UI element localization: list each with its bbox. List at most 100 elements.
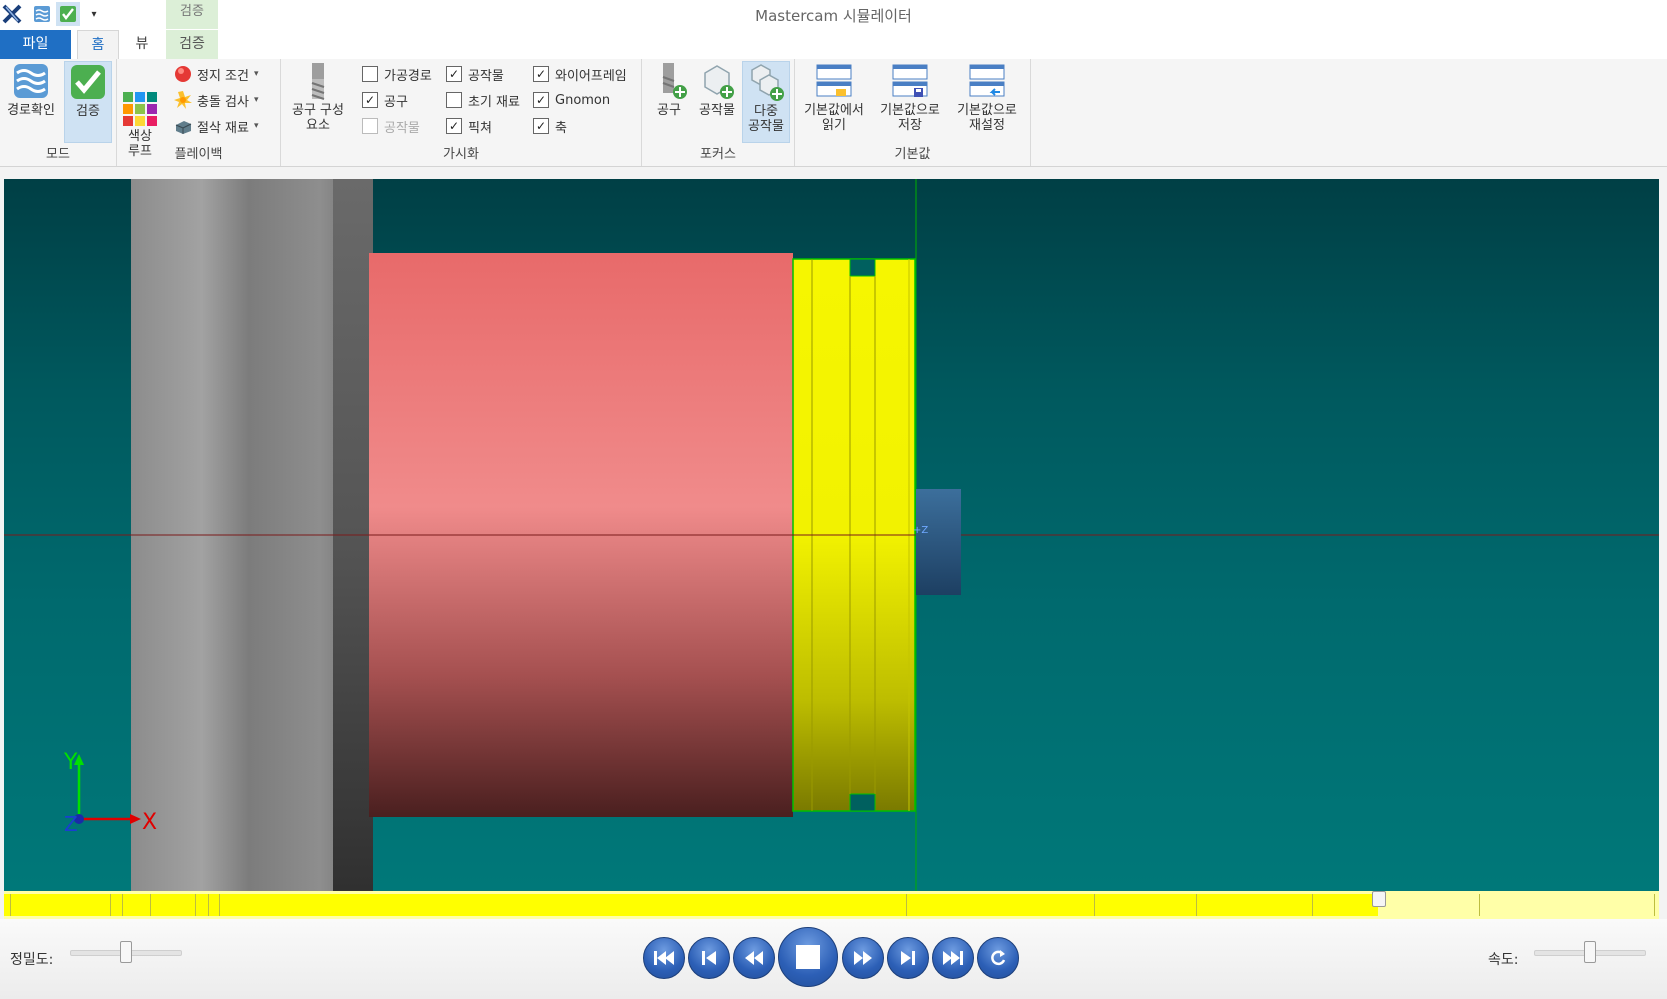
checkbox-gnomon[interactable]: ✓ Gnomon xyxy=(533,89,610,111)
stop-condition-button[interactable]: 정지 조건 ▾ xyxy=(174,63,259,85)
checkbox-label: 가공경로 xyxy=(384,68,432,84)
focus-tool-icon xyxy=(650,61,690,101)
tab-view[interactable]: 뷰 xyxy=(122,30,162,59)
group-focus: 공구 공작물 다중 공작물 포커스 xyxy=(642,59,795,166)
path-check-icon xyxy=(11,61,51,101)
save-defaults-label: 기본값으로 저장 xyxy=(880,103,940,133)
stop-sign-icon xyxy=(174,65,192,83)
checkbox-box xyxy=(362,66,378,82)
checkbox-wireframe[interactable]: ✓ 와이어프레임 xyxy=(533,63,627,85)
tab-file[interactable]: 파일 xyxy=(0,30,71,59)
focus-multi-workpiece-icon xyxy=(746,62,786,102)
group-visibility-label: 가시화 xyxy=(443,147,479,162)
load-defaults-button[interactable]: 기본값에서 읽기 xyxy=(799,61,869,141)
timeline-tick xyxy=(150,894,151,916)
checkbox-box: ✓ xyxy=(533,118,549,134)
reset-defaults-label: 기본값으로 재설정 xyxy=(957,103,1017,133)
checkbox-box xyxy=(446,92,462,108)
checkbox-toolpath[interactable]: 가공경로 xyxy=(362,63,432,85)
checkbox-box: ✓ xyxy=(533,66,549,82)
checkbox-box: ✓ xyxy=(446,118,462,134)
cut-stock-button[interactable]: 절삭 재료 ▾ xyxy=(174,115,259,137)
color-loop-button[interactable]: 색상 루프 xyxy=(120,61,160,159)
load-defaults-label: 기본값에서 읽기 xyxy=(804,103,864,133)
fast-forward-button[interactable] xyxy=(842,937,884,979)
stop-button[interactable] xyxy=(778,927,838,987)
step-back-icon xyxy=(702,951,716,965)
timeline-tick xyxy=(110,894,111,916)
endmill-tool-icon xyxy=(298,61,338,101)
step-back-button[interactable] xyxy=(688,937,730,979)
timeline-tick xyxy=(1479,894,1480,916)
group-visibility: 공구 구성 요소 가공경로 ✓ 공구 공작물 ✓ 공작물 초기 재료 ✓ 픽쳐 ✓ 와이… xyxy=(281,59,642,166)
checkbox-box: ✓ xyxy=(533,92,549,108)
timeline-tick xyxy=(219,894,220,916)
focus-workpiece-button[interactable]: 공작물 xyxy=(694,61,740,141)
group-playback-label: 플레이백 xyxy=(174,147,223,162)
step-forward-icon xyxy=(901,951,915,965)
group-playback: 색상 루프 정지 조건 ▾ 충돌 검사 ▾ 절삭 재료 ▾ 플레이백 xyxy=(117,59,281,166)
timeline-tick xyxy=(122,894,123,916)
forward-icon xyxy=(854,951,872,965)
checkbox-box: ✓ xyxy=(362,92,378,108)
collision-burst-icon xyxy=(174,91,192,109)
rewind-button[interactable] xyxy=(733,937,775,979)
checkbox-label: 축 xyxy=(555,120,567,136)
path-check-button[interactable]: 경로확인 xyxy=(3,61,59,141)
gnomon-z-label: Z xyxy=(64,812,78,836)
focus-multi-workpiece-button[interactable]: 다중 공작물 xyxy=(742,61,790,143)
tool-component-label: 공구 구성 요소 xyxy=(292,103,344,133)
first-icon xyxy=(654,951,674,965)
save-defaults-icon xyxy=(890,61,930,101)
timeline-tick xyxy=(1654,894,1655,916)
verify-button[interactable]: 검증 xyxy=(64,61,112,143)
checkbox-initial-stock[interactable]: 초기 재료 xyxy=(446,89,520,111)
rewind-icon xyxy=(745,951,763,965)
tab-home[interactable]: 홈 xyxy=(77,30,119,60)
gnomon-y-label: Y xyxy=(63,750,78,775)
step-forward-button[interactable] xyxy=(887,937,929,979)
timeline-thumb[interactable] xyxy=(1372,891,1386,907)
collision-check-button[interactable]: 충돌 검사 ▾ xyxy=(174,89,259,111)
go-to-end-button[interactable] xyxy=(932,937,974,979)
turning-tool xyxy=(916,489,961,595)
cut-stock-dropdown-icon: ▾ xyxy=(253,121,259,131)
simulation-viewport[interactable]: +Z Y X Z xyxy=(4,179,1659,891)
collision-check-dropdown-icon: ▾ xyxy=(253,95,259,105)
checkbox-fixture[interactable]: ✓ 픽쳐 xyxy=(446,115,492,137)
simulation-scene: +Z Y X Z xyxy=(4,179,1659,891)
checkbox-box: ✓ xyxy=(446,66,462,82)
speed-slider-thumb[interactable] xyxy=(1584,941,1596,963)
checkbox-label: 공작물 xyxy=(468,68,504,84)
focus-tool-label: 공구 xyxy=(657,103,681,118)
checkbox-workpiece[interactable]: ✓ 공작물 xyxy=(446,63,504,85)
color-grid-icon xyxy=(122,76,158,126)
timeline-tick xyxy=(1312,894,1313,916)
title-bar: ▾ 검증 Mastercam 시뮬레이터 xyxy=(0,0,1667,30)
reset-defaults-icon xyxy=(967,61,1007,101)
go-to-start-button[interactable] xyxy=(643,937,685,979)
tab-verify[interactable]: 검증 xyxy=(166,30,218,59)
save-defaults-button[interactable]: 기본값으로 저장 xyxy=(875,61,945,141)
group-defaults-label: 기본값 xyxy=(894,147,931,162)
checkbox-label: Gnomon xyxy=(555,92,611,108)
reset-defaults-button[interactable]: 기본값으로 재설정 xyxy=(951,61,1023,141)
timeline-progress-fill xyxy=(4,894,1378,916)
loop-button[interactable] xyxy=(977,937,1019,979)
playback-controls: 정밀도: 속도: xyxy=(0,919,1667,999)
checkbox-tool[interactable]: ✓ 공구 xyxy=(362,89,408,111)
focus-multi-workpiece-label: 다중 공작물 xyxy=(748,104,784,134)
verify-check-icon xyxy=(68,62,108,102)
timeline-tick xyxy=(906,894,907,916)
simulation-timeline[interactable] xyxy=(4,891,1659,919)
collision-check-label: 충돌 검사 xyxy=(197,94,249,110)
path-check-label: 경로확인 xyxy=(7,103,55,118)
precision-slider-thumb[interactable] xyxy=(120,941,132,963)
checkbox-axes[interactable]: ✓ 축 xyxy=(533,115,567,137)
gnomon-x-label: X xyxy=(142,810,157,835)
timeline-tick xyxy=(208,894,209,916)
load-defaults-icon xyxy=(814,61,854,101)
focus-tool-button[interactable]: 공구 xyxy=(650,61,688,141)
group-focus-label: 포커스 xyxy=(700,147,736,162)
tool-component-button[interactable]: 공구 구성 요소 xyxy=(287,61,349,141)
